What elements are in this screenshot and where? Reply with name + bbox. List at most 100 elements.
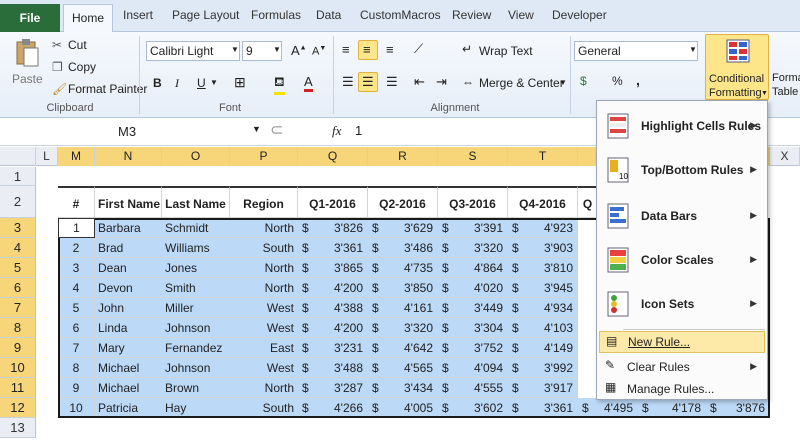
table-cell[interactable]: $3'826 [298,218,368,238]
column-header[interactable]: R [368,147,438,166]
column-header[interactable]: O [162,147,230,166]
menu-item-icon-sets[interactable]: Icon Sets ▶ [597,283,767,327]
table-header-cell[interactable]: First Name [95,186,162,218]
row-header[interactable]: 11 [0,378,36,398]
row-header[interactable]: 2 [0,186,36,218]
font-name-select[interactable]: Calibri Light ▼ [146,41,240,61]
table-cell[interactable]: Johnson [162,358,230,378]
column-header[interactable]: P [230,147,298,166]
fill-color-icon[interactable]: ⛾ [274,74,285,95]
table-cell[interactable]: Williams [162,238,230,258]
font-color-icon[interactable]: A [304,74,313,92]
row-header[interactable]: 4 [0,238,36,258]
tab-view[interactable]: View [508,8,534,22]
table-cell[interactable]: 8 [58,358,95,378]
menu-item-highlight-cells[interactable]: Highlight Cells Rules ▶ [597,105,767,149]
table-cell[interactable]: $3'486 [368,238,438,258]
wrap-text-button[interactable]: Wrap Text [479,44,533,58]
merge-center-button[interactable]: Merge & Center [479,76,564,90]
menu-item-clear-rules[interactable]: ✎ Clear Rules ▶ [597,355,767,377]
table-cell[interactable]: $3'287 [298,378,368,398]
table-header-cell[interactable]: Q2-2016 [368,186,438,218]
bold-button[interactable]: B [153,76,162,90]
orientation-icon[interactable]: ⟋ [414,41,423,57]
table-cell[interactable]: Dean [95,258,162,278]
table-cell[interactable]: 6 [58,318,95,338]
table-cell[interactable]: $3'320 [438,238,508,258]
table-cell[interactable]: $4'495 [578,398,638,418]
table-cell[interactable]: $4'735 [368,258,438,278]
table-cell[interactable]: $3'361 [298,238,368,258]
table-header-cell[interactable]: Q [578,186,598,218]
menu-item-data-bars[interactable]: Data Bars ▶ [597,195,767,239]
column-header[interactable]: L [36,147,58,166]
table-cell[interactable]: 4 [58,278,95,298]
table-header-cell[interactable]: Region [230,186,298,218]
table-cell[interactable]: 10 [58,398,95,418]
table-cell[interactable]: 9 [58,378,95,398]
column-header[interactable]: M [58,147,95,166]
table-cell[interactable]: $4'161 [368,298,438,318]
table-cell[interactable]: Hay [162,398,230,418]
table-cell[interactable]: $4'200 [298,318,368,338]
align-middle-button[interactable]: ≡ [358,40,378,60]
chevron-down-icon[interactable]: ▼ [252,124,261,134]
table-cell[interactable]: North [230,378,298,398]
table-cell[interactable]: $3'810 [508,258,578,278]
shrink-font-icon[interactable]: A▼ [312,45,326,58]
table-cell[interactable]: Fernandez [162,338,230,358]
table-cell[interactable]: $4'565 [368,358,438,378]
currency-format-button[interactable]: $ [580,74,587,88]
formula-input[interactable]: 1 [355,123,362,138]
table-cell[interactable]: $4'642 [368,338,438,358]
underline-button[interactable]: U [197,76,206,90]
table-cell[interactable]: $3'449 [438,298,508,318]
file-tab[interactable]: File [0,4,60,32]
menu-item-new-rule[interactable]: ▤ New Rule... [599,331,765,353]
number-format-select[interactable]: General ▼ [574,41,698,61]
menu-item-color-scales[interactable]: Color Scales ▶ [597,239,767,283]
table-cell[interactable]: Michael [95,358,162,378]
table-cell[interactable]: West [230,318,298,338]
table-cell[interactable]: $3'876 [706,398,770,418]
table-cell[interactable]: Mary [95,338,162,358]
grow-font-icon[interactable]: A▲ [291,43,307,58]
column-header[interactable]: Q [298,147,368,166]
table-cell[interactable]: $3'434 [368,378,438,398]
table-cell[interactable]: Miller [162,298,230,318]
table-cell[interactable]: South [230,398,298,418]
table-cell[interactable]: 7 [58,338,95,358]
table-cell[interactable]: $3'629 [368,218,438,238]
paste-button[interactable]: Paste [12,72,43,86]
active-cell[interactable]: 1 [58,218,95,238]
font-size-select[interactable]: 9 ▼ [242,41,282,61]
row-header[interactable]: 1 [0,167,36,186]
table-cell[interactable]: $4'005 [368,398,438,418]
table-cell[interactable]: $3'361 [508,398,578,418]
column-header[interactable]: X [770,147,800,166]
table-cell[interactable]: West [230,298,298,318]
table-cell[interactable]: Patricia [95,398,162,418]
menu-item-manage-rules[interactable]: ▦ Manage Rules... [597,377,767,399]
table-cell[interactable]: $3'752 [438,338,508,358]
row-header[interactable]: 3 [0,218,36,238]
table-cell[interactable]: $3'602 [438,398,508,418]
table-cell[interactable]: $3'391 [438,218,508,238]
table-cell[interactable]: $3'903 [508,238,578,258]
table-cell[interactable]: $3'231 [298,338,368,358]
table-cell[interactable]: $3'945 [508,278,578,298]
insert-function-button[interactable]: fx [332,123,341,139]
align-top-icon[interactable]: ≡ [342,42,350,57]
align-center-button[interactable]: ☰ [358,72,378,92]
align-left-icon[interactable]: ☰ [342,74,354,90]
cut-button[interactable]: Cut [68,38,87,52]
name-box[interactable]: M3 [118,124,136,139]
table-cell[interactable]: North [230,218,298,238]
format-as-table-label-1[interactable]: Forma [772,72,800,84]
table-cell[interactable]: $4'103 [508,318,578,338]
resize-handle-icon[interactable]: ⊂ [270,120,283,140]
table-cell[interactable]: East [230,338,298,358]
table-header-cell[interactable]: Q1-2016 [298,186,368,218]
table-cell[interactable]: $4'864 [438,258,508,278]
tab-page-layout[interactable]: Page Layout [172,8,239,22]
